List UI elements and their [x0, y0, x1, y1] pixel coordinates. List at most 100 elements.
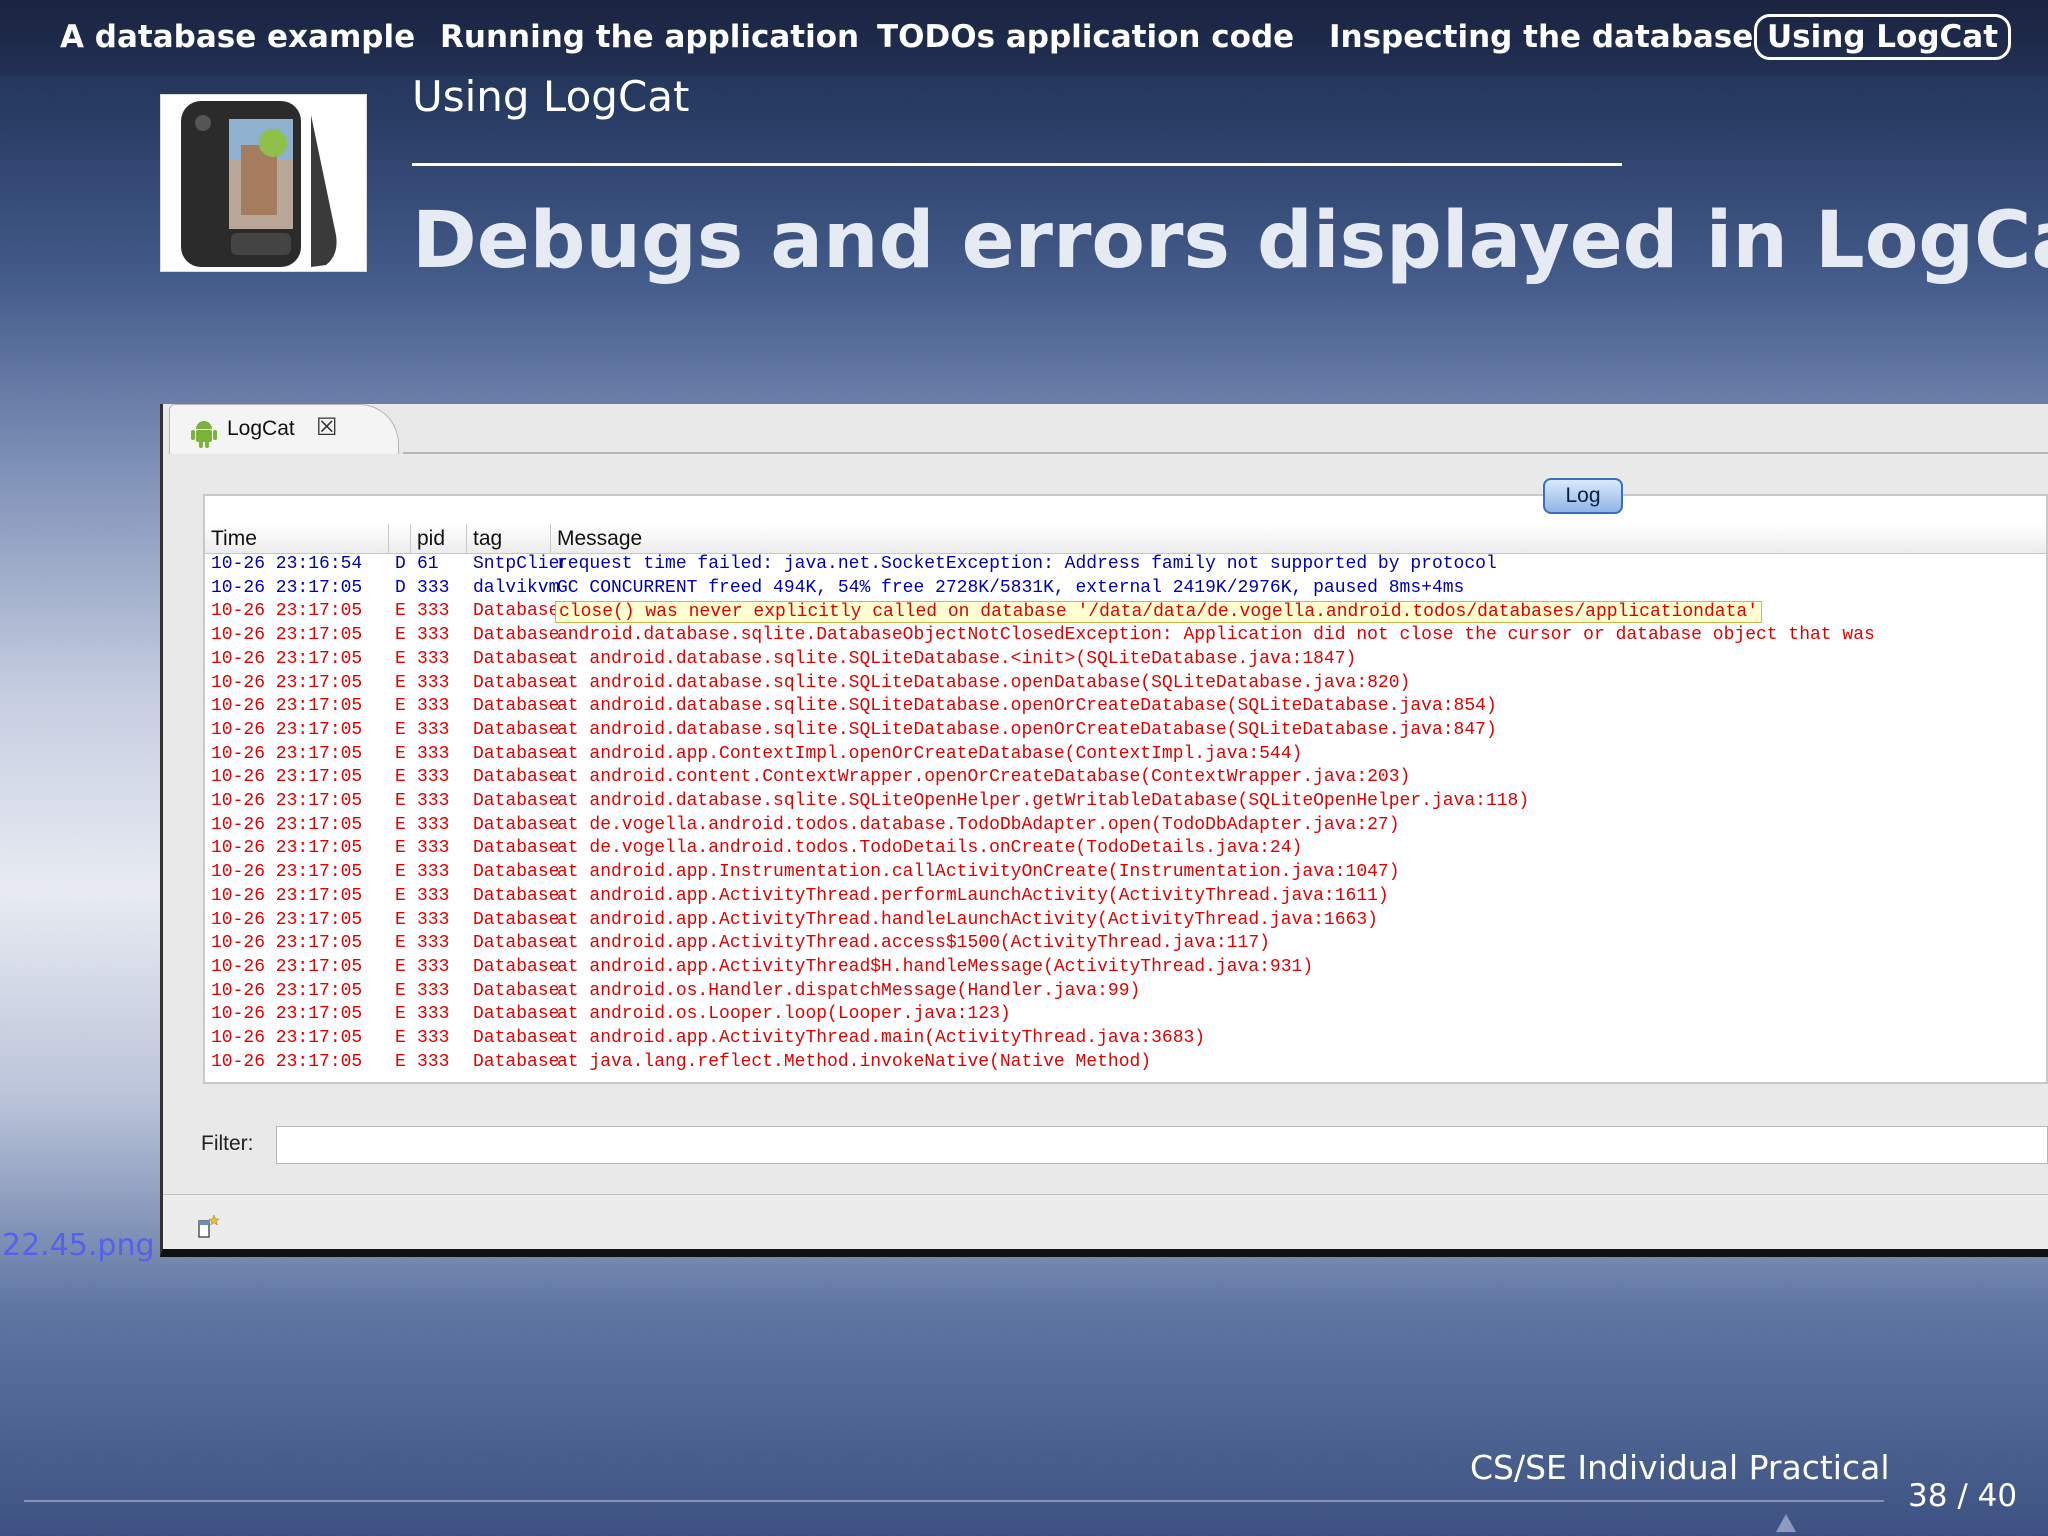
- log-rows[interactable]: 10-26 23:16:54 D 61 SntpClientrequest time …: [205, 554, 2046, 1082]
- log-row[interactable]: 10-26 23:17:05 E 333 Database android.databa…: [205, 625, 2046, 649]
- log-message: at android.database.sqlite.SQLiteDatabas…: [557, 696, 1497, 717]
- log-row[interactable]: 10-26 23:17:05 E 333 Database at android.ap…: [205, 862, 2046, 886]
- log-row[interactable]: 10-26 23:17:05 E 333 Database at android.ap…: [205, 744, 2046, 768]
- log-level: E: [395, 980, 406, 1001]
- log-tag: Database: [473, 648, 560, 669]
- log-level: E: [395, 672, 406, 693]
- log-pid: 333: [417, 648, 450, 669]
- log-level: E: [395, 648, 406, 669]
- column-header-pid[interactable]: pid: [411, 524, 467, 554]
- log-level: E: [395, 601, 406, 622]
- log-level: E: [395, 909, 406, 930]
- log-time: 10-26 23:17:05: [211, 767, 363, 788]
- log-message: at android.database.sqlite.SQLiteOpenHel…: [557, 791, 1530, 811]
- log-message: at android.app.ActivityThread$H.handleMe…: [557, 956, 1314, 977]
- log-row[interactable]: 10-26 23:17:05 E 333 Database at de.vogella…: [205, 815, 2046, 839]
- log-time: 10-26 23:17:05: [211, 838, 363, 859]
- log-message: GC CONCURRENT freed 494K, 54% free 2728K…: [557, 577, 1465, 598]
- page-total: 40: [1977, 1478, 2018, 1514]
- log-row[interactable]: 10-26 23:17:05 E 333 Database at android.da…: [205, 696, 2046, 720]
- log-row[interactable]: 10-26 23:17:05 D 333 dalvikvm GC CONCURRENT …: [205, 578, 2046, 602]
- slide-subtitle: Using LogCat: [412, 72, 690, 121]
- nav-item-todos-code[interactable]: TODOs application code: [877, 14, 1294, 60]
- log-pid: 333: [417, 601, 450, 622]
- log-level: E: [395, 696, 406, 717]
- log-tag: Database: [473, 601, 560, 622]
- log-level: E: [395, 1004, 406, 1025]
- column-header-tag[interactable]: tag: [467, 524, 551, 554]
- log-pid: 333: [417, 791, 450, 811]
- log-row[interactable]: 10-26 23:17:05 E 333 Database at android.da…: [205, 791, 2046, 815]
- log-row[interactable]: 10-26 23:17:05 E 333 Database at android.ap…: [205, 933, 2046, 957]
- log-pid: 333: [417, 625, 450, 646]
- log-message: at android.app.ActivityThread.access$150…: [557, 933, 1270, 954]
- log-level: E: [395, 791, 406, 811]
- log-row[interactable]: 10-26 23:17:05 E 333 Database at de.vogella…: [205, 838, 2046, 862]
- log-time: 10-26 23:17:05: [211, 625, 363, 646]
- column-header-level[interactable]: [389, 524, 411, 554]
- phone-illustration: [181, 101, 337, 267]
- log-level: E: [395, 719, 406, 740]
- log-message: at android.content.ContextWrapper.openOr…: [557, 767, 1411, 788]
- log-message: at android.os.Handler.dispatchMessage(Ha…: [557, 980, 1141, 1001]
- log-time: 10-26 23:17:05: [211, 601, 363, 622]
- tab-strip: [403, 452, 2048, 454]
- log-level: D: [395, 554, 406, 574]
- image-caption[interactable]: 22.45.png: [2, 1228, 155, 1263]
- log-row[interactable]: 10-26 23:17:05 E 333 Database at android.da…: [205, 673, 2046, 697]
- log-row[interactable]: 10-26 23:17:05 E 333 Database at android.ap…: [205, 886, 2046, 910]
- android-icon: [191, 421, 217, 448]
- filter-input[interactable]: [276, 1126, 2048, 1164]
- log-row[interactable]: 10-26 23:17:05 E 333 Database at android.ap…: [205, 957, 2046, 981]
- log-time: 10-26 23:17:05: [211, 980, 363, 1001]
- log-pid: 333: [417, 909, 450, 930]
- log-row[interactable]: 10-26 23:17:05 E 333 Database at android.os…: [205, 981, 2046, 1005]
- log-pid: 333: [417, 885, 450, 906]
- nav-item-inspecting-database[interactable]: Inspecting the database: [1329, 14, 1753, 60]
- log-tag: Database: [473, 980, 560, 1001]
- page-number: 38 / 40: [1908, 1478, 2017, 1514]
- nav-item-database-example[interactable]: A database example: [60, 14, 415, 60]
- log-pid: 333: [417, 1051, 450, 1072]
- log-row[interactable]: 10-26 23:16:54 D 61 SntpClientrequest time …: [205, 554, 2046, 578]
- log-time: 10-26 23:17:05: [211, 956, 363, 977]
- tab-label: LogCat: [227, 417, 295, 440]
- log-row[interactable]: 10-26 23:17:05 E 333 Database at java.lang.…: [205, 1052, 2046, 1076]
- log-tag: Database: [473, 743, 560, 764]
- logcat-window: LogCat ☒ Time pid tag Message 10-26 23:1…: [160, 404, 2048, 1257]
- log-time: 10-26 23:17:05: [211, 791, 363, 811]
- log-table: Time pid tag Message 10-26 23:16:54 D 61 Sn…: [203, 494, 2048, 1084]
- log-tag: Database: [473, 625, 560, 646]
- tab-logcat[interactable]: LogCat ☒: [169, 404, 399, 454]
- log-level: E: [395, 885, 406, 906]
- log-row[interactable]: 10-26 23:17:05 E 333 Database at android.da…: [205, 720, 2046, 744]
- subtitle-divider: [412, 163, 1622, 166]
- log-row[interactable]: 10-26 23:17:05 E 333 Database at android.ap…: [205, 1028, 2046, 1052]
- log-button[interactable]: Log: [1543, 478, 1623, 514]
- close-icon[interactable]: ☒: [316, 413, 338, 441]
- column-header-time[interactable]: Time: [205, 524, 389, 554]
- log-time: 10-26 23:17:05: [211, 648, 363, 669]
- log-row[interactable]: 10-26 23:17:05 E 333 Database at android.ap…: [205, 910, 2046, 934]
- navigation-triangle-icon[interactable]: [1774, 1512, 1798, 1534]
- log-time: 10-26 23:17:05: [211, 1004, 363, 1025]
- top-navigation: A database example Running the applicati…: [0, 0, 2048, 76]
- log-message: at android.database.sqlite.SQLiteDatabas…: [557, 672, 1411, 693]
- log-row[interactable]: 10-26 23:17:05 E 333 Database at android.da…: [205, 649, 2046, 673]
- log-message: at android.database.sqlite.SQLiteDatabas…: [557, 719, 1497, 740]
- nav-item-using-logcat[interactable]: Using LogCat: [1754, 14, 2012, 60]
- log-time: 10-26 23:16:54: [211, 554, 363, 574]
- column-header-message[interactable]: Message: [551, 524, 2046, 554]
- log-pid: 333: [417, 719, 450, 740]
- log-pid: 333: [417, 577, 450, 598]
- new-console-icon[interactable]: [197, 1213, 221, 1243]
- log-level: E: [395, 1028, 406, 1048]
- log-time: 10-26 23:17:05: [211, 719, 363, 740]
- log-row[interactable]: 10-26 23:17:05 E 333 Database at android.os…: [205, 1004, 2046, 1028]
- log-tag: Database: [473, 956, 560, 977]
- log-row[interactable]: 10-26 23:17:05 E 333 Database at android.co…: [205, 767, 2046, 791]
- nav-item-running-application[interactable]: Running the application: [440, 14, 859, 60]
- log-tag: Database: [473, 885, 560, 906]
- log-time: 10-26 23:17:05: [211, 1051, 363, 1072]
- log-row[interactable]: 10-26 23:17:05 E 333 Database close() was ne…: [205, 601, 2046, 625]
